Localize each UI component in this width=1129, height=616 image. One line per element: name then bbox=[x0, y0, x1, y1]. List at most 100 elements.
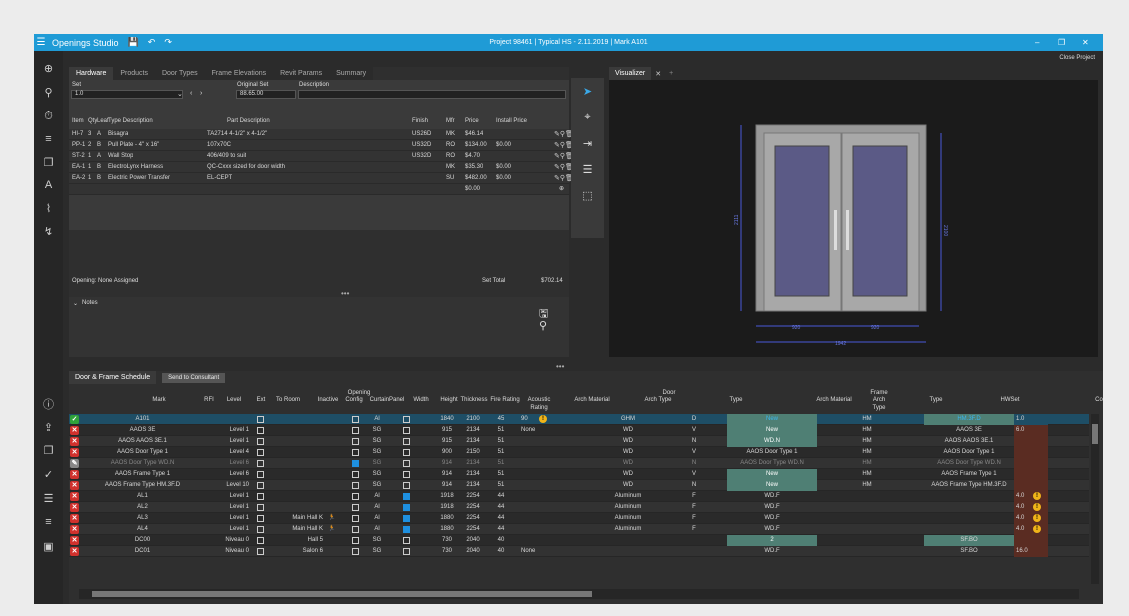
mark-cell[interactable]: A101 bbox=[81, 414, 204, 425]
ext-checkbox[interactable] bbox=[257, 449, 264, 456]
door-type-cell[interactable]: V bbox=[661, 447, 727, 458]
ext-checkbox[interactable] bbox=[257, 460, 264, 467]
upload-icon[interactable]: ⇪ bbox=[34, 416, 63, 438]
error-status-icon[interactable]: ✕ bbox=[70, 525, 79, 534]
frame-material-cell[interactable] bbox=[834, 535, 900, 546]
height-cell[interactable]: 2134 bbox=[461, 458, 485, 469]
frame-material-cell[interactable]: HM bbox=[834, 414, 900, 425]
hwset-cell[interactable] bbox=[1014, 458, 1048, 469]
to-room-cell[interactable] bbox=[269, 436, 323, 447]
thickness-cell[interactable]: 51 bbox=[489, 425, 513, 436]
frame-type-cell[interactable]: AAOS 3E bbox=[924, 425, 1014, 436]
tab-door-types[interactable]: Door Types bbox=[155, 67, 205, 80]
hwset-cell[interactable]: 4.0 bbox=[1014, 513, 1048, 524]
acoustic-cell[interactable] bbox=[559, 436, 595, 447]
mark-cell[interactable]: AL1 bbox=[81, 491, 204, 502]
schedule-row[interactable]: ✕ AL2 Level 1 Al 1918 2254 44 Aluminum F WD.F 4.0! bbox=[69, 502, 1089, 513]
acoustic-cell[interactable] bbox=[559, 414, 595, 425]
door-material-cell[interactable]: WD bbox=[595, 425, 661, 436]
door-type-value-cell[interactable]: New bbox=[727, 414, 817, 425]
level-cell[interactable] bbox=[219, 414, 249, 425]
curtain-panel-checkbox[interactable] bbox=[403, 438, 410, 445]
close-icon[interactable]: ✕ bbox=[1082, 34, 1089, 51]
height-cell[interactable]: 2254 bbox=[461, 491, 485, 502]
filter-icon[interactable]: ≡ bbox=[34, 128, 63, 150]
acoustic-cell[interactable] bbox=[559, 535, 595, 546]
to-room-cell[interactable] bbox=[269, 447, 323, 458]
level-cell[interactable]: Level 4 bbox=[219, 447, 249, 458]
acoustic-cell[interactable] bbox=[559, 458, 595, 469]
acoustic-cell[interactable] bbox=[559, 425, 595, 436]
fire-rating-cell[interactable] bbox=[521, 469, 543, 480]
frame-material-cell[interactable] bbox=[834, 513, 900, 524]
door-material-cell[interactable]: WD bbox=[595, 436, 661, 447]
to-room-cell[interactable] bbox=[269, 502, 323, 513]
curtain-panel-checkbox[interactable] bbox=[403, 460, 410, 467]
hardware-row[interactable]: EA-2 1 B Electric Power Transfer EL-CEPT SU $4… bbox=[69, 173, 574, 184]
mark-cell[interactable]: AL3 bbox=[81, 513, 204, 524]
column-header[interactable]: Level bbox=[219, 396, 249, 412]
thickness-cell[interactable]: 44 bbox=[489, 502, 513, 513]
column-header[interactable]: Inactive bbox=[315, 396, 341, 412]
hardware-row[interactable]: ST-2 1 A Wall Stop 406/409 to suit US32D RO $4.… bbox=[69, 151, 574, 162]
thickness-cell[interactable]: 51 bbox=[489, 458, 513, 469]
tab-products[interactable]: Products bbox=[113, 67, 155, 80]
hwset-cell[interactable]: 4.0 bbox=[1014, 524, 1048, 535]
config-cell[interactable]: Al bbox=[367, 513, 387, 524]
height-cell[interactable]: 2254 bbox=[461, 524, 485, 535]
error-status-icon[interactable]: ✕ bbox=[70, 514, 79, 523]
door-type-cell[interactable] bbox=[661, 546, 727, 557]
acoustic-cell[interactable] bbox=[559, 513, 595, 524]
column-header[interactable]: Type bbox=[891, 396, 981, 412]
door-type-value-cell[interactable]: WD.F bbox=[727, 524, 817, 535]
schedule-row[interactable]: ✕ DC00 Niveau 0 Hall 5 SG 730 2040 40 2 SF.BO bbox=[69, 535, 1089, 546]
config-cell[interactable]: Al bbox=[367, 491, 387, 502]
door-material-cell[interactable] bbox=[595, 535, 661, 546]
to-room-cell[interactable] bbox=[269, 491, 323, 502]
config-cell[interactable]: Al bbox=[367, 414, 387, 425]
attach-icon[interactable]: ⌇ bbox=[34, 197, 63, 219]
fire-rating-cell[interactable]: None bbox=[521, 425, 543, 436]
height-cell[interactable]: 2254 bbox=[461, 502, 485, 513]
mark-cell[interactable]: AAOS Frame Type HM.3F.D bbox=[81, 480, 204, 491]
tab-revit-params[interactable]: Revit Params bbox=[273, 67, 329, 80]
warning-icon[interactable]: ! bbox=[539, 415, 547, 423]
thickness-cell[interactable]: 51 bbox=[489, 447, 513, 458]
inactive-checkbox[interactable] bbox=[352, 471, 359, 478]
ext-checkbox[interactable] bbox=[257, 493, 264, 500]
fire-rating-cell[interactable] bbox=[521, 447, 543, 458]
column-header[interactable]: To Room bbox=[273, 396, 303, 412]
column-header[interactable]: Arch Material bbox=[559, 396, 625, 412]
mark-cell[interactable]: AAOS Frame Type 1 bbox=[81, 469, 204, 480]
curtain-panel-checkbox[interactable] bbox=[403, 526, 410, 533]
column-header[interactable]: Ext bbox=[249, 396, 273, 412]
column-header[interactable]: Acoustic Rating bbox=[521, 396, 557, 412]
timer-icon[interactable]: ⏱ bbox=[34, 105, 63, 127]
mark-cell[interactable]: DC00 bbox=[81, 535, 204, 546]
thickness-cell[interactable]: 44 bbox=[489, 491, 513, 502]
frame-type-cell[interactable] bbox=[924, 502, 1014, 513]
door-material-cell[interactable]: Aluminum bbox=[595, 502, 661, 513]
acoustic-cell[interactable] bbox=[559, 524, 595, 535]
hwset-cell[interactable] bbox=[1014, 480, 1048, 491]
width-cell[interactable]: 1880 bbox=[435, 513, 459, 524]
schedule-row[interactable]: ✕ DC01 Niveau 0 Salon 6 SG 730 2040 40 None WD.F S… bbox=[69, 546, 1089, 557]
width-cell[interactable]: 1918 bbox=[435, 502, 459, 513]
chevron-down-icon[interactable]: ⌄ bbox=[177, 90, 183, 98]
frame-material-cell[interactable] bbox=[834, 524, 900, 535]
frame-material-cell[interactable]: HM bbox=[834, 436, 900, 447]
door-type-cell[interactable]: N bbox=[661, 480, 727, 491]
thickness-cell[interactable]: 40 bbox=[489, 535, 513, 546]
door-material-cell[interactable]: WD bbox=[595, 469, 661, 480]
schedule-row[interactable]: ✕ AAOS Frame Type HM.3F.D Level 10 SG 914 213… bbox=[69, 480, 1089, 491]
warning-icon[interactable]: ! bbox=[1033, 514, 1041, 522]
check-icon[interactable]: ✓ bbox=[34, 463, 63, 485]
mark-cell[interactable]: AL2 bbox=[81, 502, 204, 513]
hamburger-icon[interactable]: ☰ bbox=[34, 34, 48, 51]
door-type-cell[interactable]: F bbox=[661, 513, 727, 524]
column-header[interactable]: Width bbox=[407, 396, 435, 412]
fire-rating-cell[interactable] bbox=[521, 458, 543, 469]
tab-door-frame-schedule[interactable]: Door & Frame Schedule bbox=[69, 371, 157, 384]
schedule-row[interactable]: ✎ AAOS Door Type WD.N Level 6 SG 914 2134 51 WD… bbox=[69, 458, 1089, 469]
zoom-fit-icon[interactable]: ⌖ bbox=[571, 106, 604, 128]
